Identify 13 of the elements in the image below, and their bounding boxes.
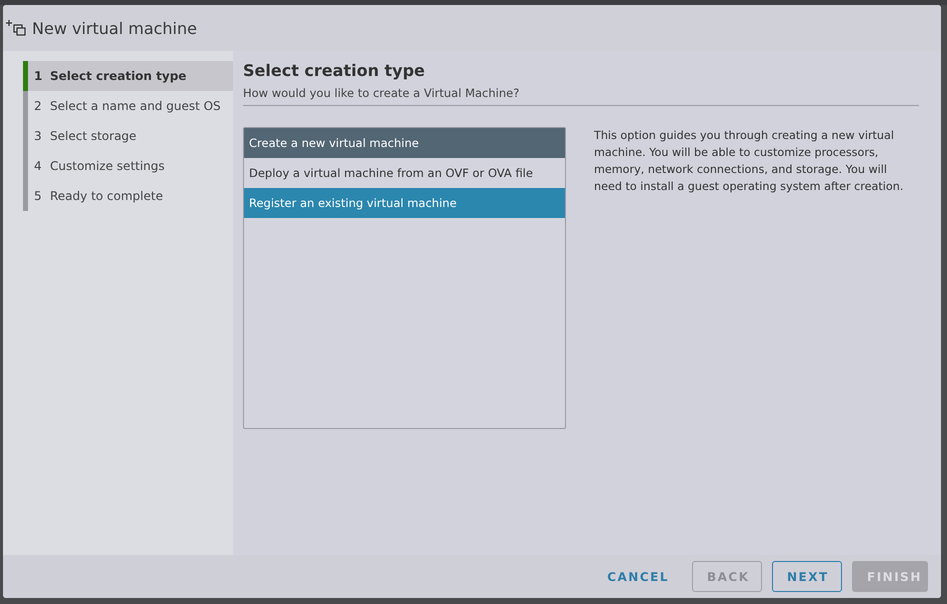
step-item[interactable]: 3 Select storage [23, 121, 233, 151]
step-item[interactable]: 5 Ready to complete [23, 181, 233, 211]
step-item[interactable]: 1 Select creation type [23, 61, 233, 91]
page-subtitle: How would you like to create a Virtual Machine? [243, 86, 520, 100]
step-item[interactable]: 2 Select a name and guest OS [23, 91, 233, 121]
add-vm-icon [6, 20, 26, 36]
option-description: This option guides you through creating a new virtual machine. You will be able to customize processors, memory, network connections, and storage. You will need to install a guest operating system after creation. [594, 128, 904, 195]
option-item[interactable]: Create a new virtual machine [244, 128, 565, 158]
dialog-title: New virtual machine [32, 18, 197, 38]
page-title: Select creation type [243, 61, 426, 80]
option-item[interactable]: Deploy a virtual machine from an OVF or OVA file [244, 158, 565, 188]
step-item[interactable]: 4 Customize settings [23, 151, 233, 181]
option-item[interactable]: Register an existing virtual machine [244, 188, 565, 218]
